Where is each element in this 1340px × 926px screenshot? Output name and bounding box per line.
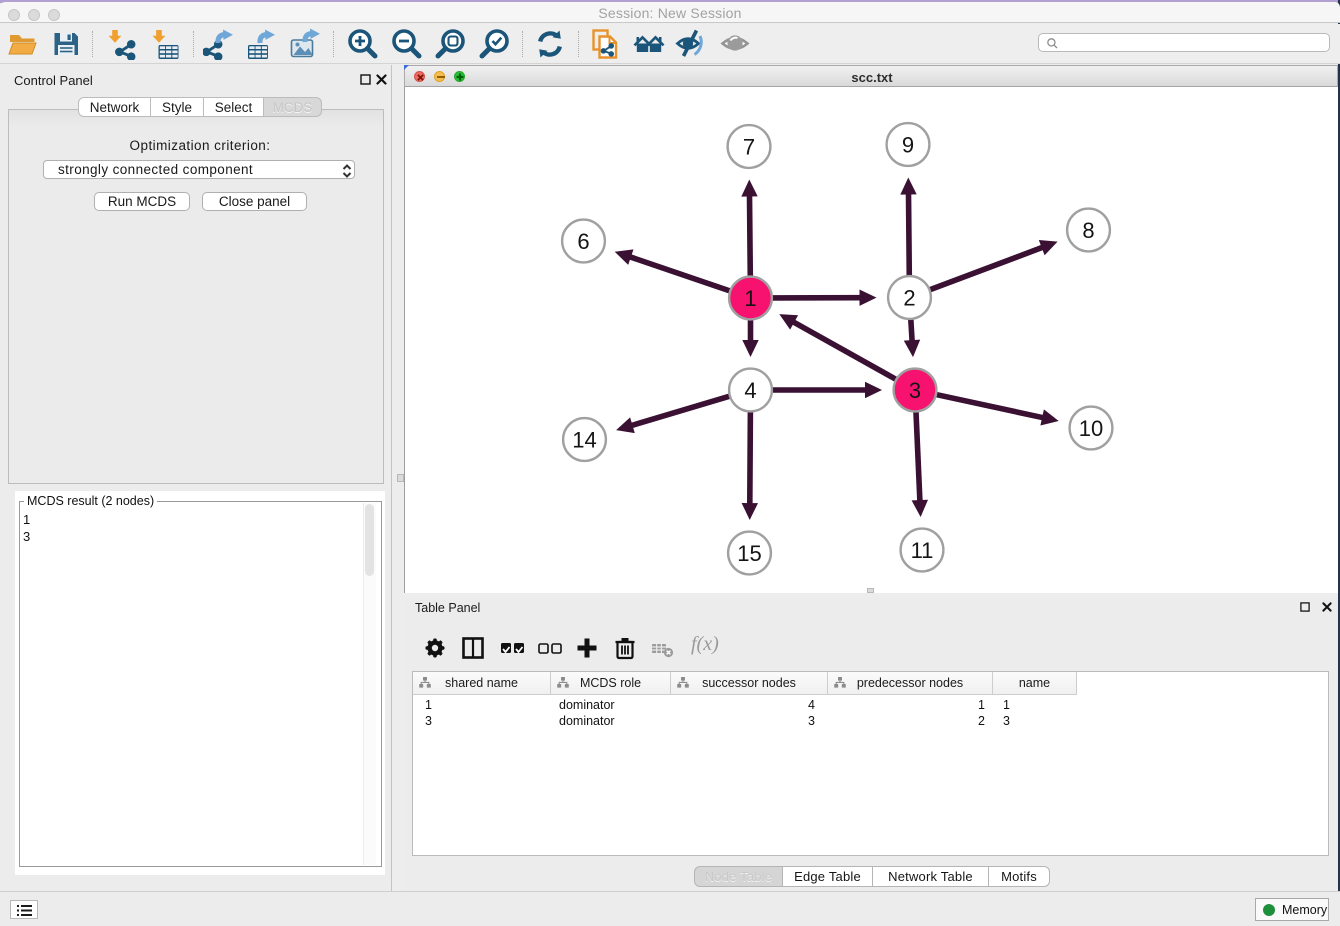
svg-text:10: 10 — [1079, 416, 1103, 441]
svg-text:11: 11 — [911, 538, 934, 563]
svg-text:7: 7 — [743, 134, 755, 159]
svg-text:3: 3 — [909, 378, 921, 403]
svg-text:6: 6 — [577, 229, 589, 254]
svg-text:9: 9 — [902, 132, 914, 157]
svg-text:2: 2 — [903, 285, 915, 310]
svg-text:15: 15 — [737, 541, 761, 566]
svg-text:8: 8 — [1082, 218, 1094, 243]
svg-text:1: 1 — [744, 286, 756, 311]
svg-text:4: 4 — [744, 378, 756, 403]
svg-text:14: 14 — [572, 427, 596, 452]
